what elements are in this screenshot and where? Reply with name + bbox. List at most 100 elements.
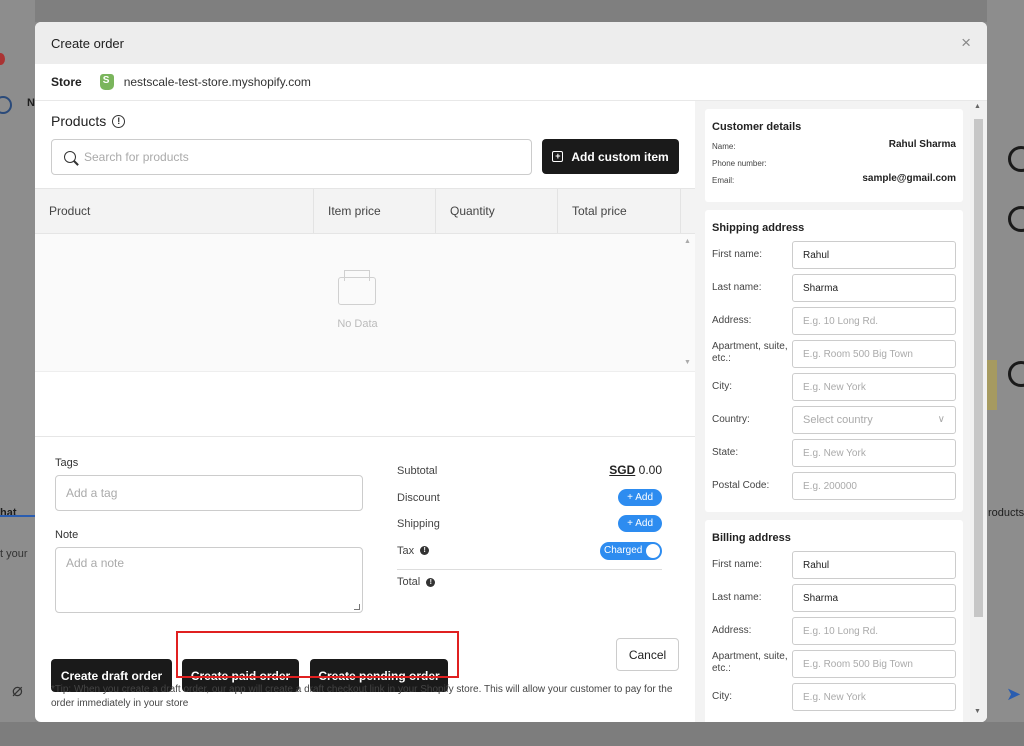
tax-info-icon[interactable]: !: [420, 546, 430, 555]
tags-input[interactable]: Add a tag: [55, 475, 363, 511]
state-label: State:: [712, 447, 739, 458]
shipping-apartment-row: Apartment, suite, etc.: E.g. Room 500 Bi…: [712, 339, 956, 372]
shipping-country-row: Country: Select country ∨: [712, 405, 956, 438]
shipping-postal-input[interactable]: E.g. 200000: [792, 472, 956, 500]
add-shipping-button[interactable]: + Add: [618, 515, 662, 532]
products-heading: Products !: [51, 113, 126, 129]
first-name-label: First name:: [712, 249, 763, 260]
shipping-address-title: Shipping address: [712, 222, 805, 234]
customer-details-card: Customer details Name: Rahul Sharma Phon…: [705, 109, 963, 202]
billing-address-title: Billing address: [712, 532, 791, 544]
shipping-address-input[interactable]: E.g. 10 Long Rd.: [792, 307, 956, 335]
close-icon[interactable]: ×: [961, 33, 971, 53]
products-table-body: No Data ▲ ▼: [35, 234, 695, 372]
shipping-row: Shipping + Add: [397, 512, 662, 539]
shipping-first-name-input[interactable]: Rahul: [792, 241, 956, 269]
resize-handle-icon[interactable]: [354, 604, 360, 610]
toggle-knob: [646, 543, 660, 558]
billing-first-name-row: First name: Rahul: [712, 550, 956, 583]
create-order-modal: Create order × Store nestscale-test-stor…: [35, 22, 987, 722]
customer-phone-row: Phone number:: [712, 156, 956, 173]
info-icon[interactable]: !: [112, 114, 126, 128]
empty-inbox-icon: [338, 270, 376, 305]
shipping-apartment-input[interactable]: E.g. Room 500 Big Town: [792, 340, 956, 368]
customer-panel-scrollbar[interactable]: ▲ ▼: [970, 101, 987, 722]
add-custom-item-button[interactable]: + Add custom item: [542, 139, 679, 174]
customer-name-value: Rahul Sharma: [888, 139, 956, 150]
product-search-input[interactable]: Search for products: [51, 139, 532, 175]
tax-toggle[interactable]: Charged: [600, 541, 662, 560]
billing-city-input[interactable]: E.g. New York: [792, 683, 956, 711]
shipping-first-name-row: First name: Rahul: [712, 240, 956, 273]
address-label: Address:: [712, 315, 752, 326]
tip-text: *Tip: When you create a draft order, our…: [51, 684, 673, 709]
last-name-label: Last name:: [712, 282, 762, 293]
tax-label-group: Tax !: [397, 545, 430, 557]
tags-label: Tags: [55, 457, 79, 469]
column-header-quantity: Quantity: [436, 189, 558, 233]
first-name-label: First name:: [712, 559, 763, 570]
modal-header: Create order ×: [35, 22, 987, 64]
paperclip-icon: ⌀: [12, 680, 23, 700]
address-label: Address:: [712, 625, 752, 636]
apartment-label: Apartment, suite, etc.:: [712, 341, 788, 364]
billing-city-row: City: E.g. New York: [712, 682, 956, 715]
customer-email-label: Email:: [712, 176, 735, 185]
table-scrollbar[interactable]: ▲ ▼: [680, 234, 695, 372]
chevron-down-icon: ∨: [937, 414, 945, 425]
total-info-icon[interactable]: !: [426, 577, 436, 587]
background-tab-label: hat: [0, 507, 17, 519]
order-summary: Subtotal SGD 0.00 Discount + Add Shippin…: [397, 459, 662, 597]
discount-row: Discount + Add: [397, 486, 662, 513]
column-header-item-price: Item price: [314, 189, 436, 233]
subtotal-amount: 0.00: [638, 463, 662, 477]
products-panel: Products ! Search for products + Add cus…: [35, 101, 695, 722]
customer-details-title: Customer details: [712, 121, 802, 133]
billing-apartment-row: Apartment, suite, etc.: E.g. Room 500 Bi…: [712, 649, 956, 682]
total-label-group: Total !: [397, 576, 436, 588]
note-label: Note: [55, 529, 79, 541]
products-title: Products: [51, 113, 107, 129]
scroll-down-arrow-icon[interactable]: ▼: [684, 359, 691, 366]
note-textarea[interactable]: Add a note: [55, 547, 363, 613]
tax-row: Tax ! Charged: [397, 539, 662, 566]
billing-address-input[interactable]: E.g. 10 Long Rd.: [792, 617, 956, 645]
billing-last-name-input[interactable]: Sharma: [792, 584, 956, 612]
send-icon: ➤: [1006, 684, 1022, 704]
plus-square-icon: +: [552, 151, 564, 162]
column-header-spacer: [681, 189, 695, 233]
customer-panel: Customer details Name: Rahul Sharma Phon…: [695, 101, 987, 722]
city-label: City:: [712, 381, 732, 392]
customer-name-row: Name: Rahul Sharma: [712, 139, 956, 156]
shipping-state-input[interactable]: E.g. New York: [792, 439, 956, 467]
billing-first-name-input[interactable]: Rahul: [792, 551, 956, 579]
background-letter: N: [27, 97, 35, 109]
scrollbar-thumb[interactable]: [974, 119, 983, 617]
country-select-placeholder: Select country: [803, 414, 873, 426]
country-select[interactable]: Select country ∨: [792, 406, 956, 434]
background-bottom-bar: [0, 722, 1024, 746]
currency-code: SGD: [609, 463, 636, 477]
cancel-button[interactable]: Cancel: [616, 638, 679, 671]
billing-last-name-row: Last name: Sharma: [712, 583, 956, 616]
billing-address-row: Address: E.g. 10 Long Rd.: [712, 616, 956, 649]
store-name: nestscale-test-store.myshopify.com: [123, 75, 311, 89]
postal-code-label: Postal Code:: [712, 480, 770, 491]
scroll-up-arrow-icon[interactable]: ▲: [684, 238, 691, 245]
empty-text: No Data: [337, 318, 378, 330]
shipping-last-name-row: Last name: Sharma: [712, 273, 956, 306]
scroll-down-arrow-icon[interactable]: ▼: [974, 708, 981, 715]
tax-toggle-label: Charged: [604, 545, 643, 556]
shipping-last-name-input[interactable]: Sharma: [792, 274, 956, 302]
total-label: Total: [397, 576, 421, 588]
customer-email-value: sample@gmail.com: [862, 173, 956, 184]
scroll-up-arrow-icon[interactable]: ▲: [974, 103, 981, 110]
shipping-address-row: Address: E.g. 10 Long Rd.: [712, 306, 956, 339]
background-right-text: roducts: [988, 507, 1024, 519]
shipping-city-input[interactable]: E.g. New York: [792, 373, 956, 401]
add-discount-button[interactable]: + Add: [618, 488, 662, 506]
shipping-label: Shipping: [397, 518, 440, 530]
billing-apartment-input[interactable]: E.g. Room 500 Big Town: [792, 650, 956, 678]
city-label: City:: [712, 691, 732, 702]
add-custom-item-label: Add custom item: [571, 149, 669, 164]
